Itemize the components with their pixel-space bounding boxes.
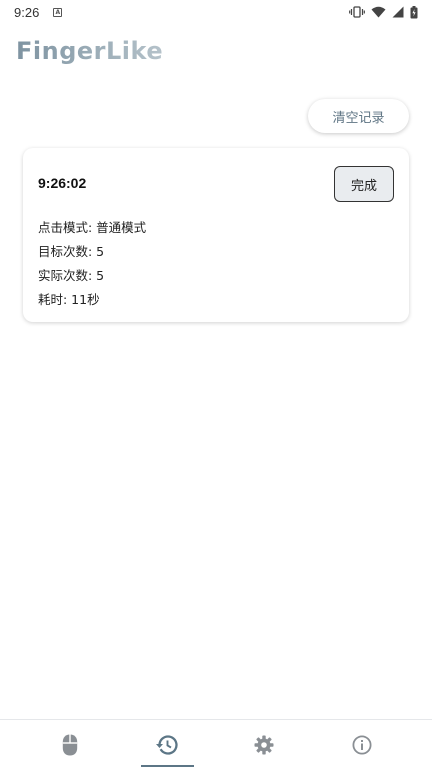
history-icon [156,734,178,755]
record-target-count: 目标次数: 5 [38,244,105,259]
nav-tab-click[interactable] [16,720,124,768]
active-tab-indicator [141,765,194,767]
info-icon [352,734,372,755]
status-left: 9:26 A [14,4,63,20]
notification-a-icon: A [53,7,63,17]
status-right [349,5,418,19]
bottom-navigation [0,719,432,768]
vibrate-icon [349,6,365,18]
record-duration: 耗时: 11秒 [38,292,100,307]
battery-icon [410,5,418,18]
record-card: 9:26:02 完成 点击模式: 普通模式 目标次数: 5 实际次数: 5 耗时… [23,148,409,322]
status-bar: 9:26 A [0,0,432,24]
record-status-button[interactable]: 完成 [334,166,394,202]
clear-records-button[interactable]: 清空记录 [308,99,409,133]
record-time: 9:26:02 [38,175,87,191]
mouse-icon [62,734,78,755]
gear-icon [254,735,274,754]
status-time: 9:26 [14,4,40,20]
record-actual-count: 实际次数: 5 [38,268,105,283]
signal-icon [392,6,404,18]
app-title: FingerLike [16,37,164,65]
record-mode: 点击模式: 普通模式 [38,220,147,235]
nav-tab-settings[interactable] [210,720,318,768]
wifi-icon [371,6,386,18]
nav-tab-about[interactable] [308,720,416,768]
nav-tab-history[interactable] [113,720,221,768]
